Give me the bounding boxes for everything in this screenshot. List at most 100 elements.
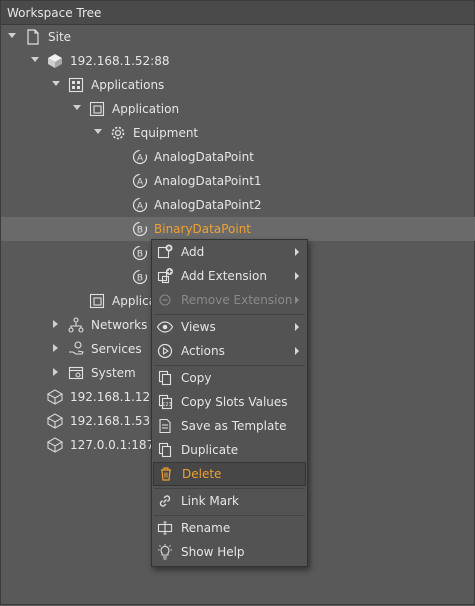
analog-point-icon: A <box>131 196 149 214</box>
play-circle-icon <box>156 342 174 360</box>
rename-icon <box>156 519 174 537</box>
svg-text:123: 123 <box>162 402 172 408</box>
device-cube-icon <box>46 388 64 406</box>
tree-item-label: Networks <box>91 318 148 332</box>
equipment-gear-icon <box>109 124 127 142</box>
tree-item-analog-point[interactable]: A AnalogDataPoint <box>1 145 475 169</box>
binary-point-icon: B <box>131 220 149 238</box>
expand-arrow-icon[interactable] <box>31 57 39 62</box>
panel-title-bar: Workspace Tree <box>1 1 474 25</box>
eye-icon <box>156 318 174 336</box>
tree-item-label: 192.168.1.123: <box>70 390 162 404</box>
tree-item-label: Applications <box>91 78 165 92</box>
menu-item-save-as-template[interactable]: Save as Template <box>152 414 307 438</box>
svg-text:B: B <box>137 274 143 284</box>
expand-arrow-icon[interactable] <box>53 368 58 376</box>
binary-point-icon: B <box>131 244 149 262</box>
submenu-arrow-icon <box>295 296 299 304</box>
server-cube-icon <box>46 52 64 70</box>
tree-item-site[interactable]: Site <box>1 25 475 49</box>
tree-item-binary-point[interactable]: B BinaryDataPoint <box>1 217 475 241</box>
tree-item-label: System <box>91 366 136 380</box>
applications-grid-icon <box>67 76 85 94</box>
tree-item-analog-point[interactable]: A AnalogDataPoint1 <box>1 169 475 193</box>
menu-item-label: Rename <box>181 521 231 535</box>
menu-item-label: Remove Extension <box>181 293 293 307</box>
menu-item-copy-slots-values[interactable]: 123 Copy Slots Values <box>152 390 307 414</box>
expand-arrow-icon[interactable] <box>52 81 60 86</box>
expand-arrow-icon[interactable] <box>8 33 16 38</box>
tree-item-label: AnalogDataPoint1 <box>154 174 262 188</box>
tree-item-label: AnalogDataPoint2 <box>154 198 262 212</box>
tree-item-analog-point[interactable]: A AnalogDataPoint2 <box>1 193 475 217</box>
duplicate-icon <box>156 441 174 459</box>
lightbulb-icon <box>156 543 174 561</box>
svg-text:B: B <box>137 250 143 260</box>
analog-point-icon: A <box>131 172 149 190</box>
site-page-icon <box>24 28 42 46</box>
menu-item-add-extension[interactable]: Add Extension <box>152 264 307 288</box>
menu-item-copy[interactable]: Copy <box>152 366 307 390</box>
menu-item-label: Copy <box>181 371 212 385</box>
menu-item-label: Actions <box>181 344 225 358</box>
application-window-icon <box>88 292 106 310</box>
menu-item-label: Copy Slots Values <box>181 395 288 409</box>
link-icon <box>156 492 174 510</box>
menu-item-label: Duplicate <box>181 443 239 457</box>
add-plus-icon <box>156 243 174 261</box>
menu-item-label: Add Extension <box>181 269 267 283</box>
menu-item-views[interactable]: Views <box>152 315 307 339</box>
tree-item-label: Site <box>48 30 72 44</box>
services-hand-icon <box>67 340 85 358</box>
application-window-icon <box>88 100 106 118</box>
tree-item-label: BinaryDataPoint <box>154 222 252 236</box>
add-extension-icon <box>156 267 174 285</box>
tree-item-label: 192.168.1.52:88 <box>70 54 170 68</box>
menu-item-label: Views <box>181 320 216 334</box>
binary-point-icon: B <box>131 268 149 286</box>
copy-slots-icon: 123 <box>156 393 174 411</box>
device-cube-icon <box>46 436 64 454</box>
menu-item-label: Save as Template <box>181 419 287 433</box>
menu-item-remove-extension: Remove Extension <box>152 288 307 312</box>
system-icon <box>67 364 85 382</box>
expand-arrow-icon[interactable] <box>53 344 58 352</box>
menu-item-actions[interactable]: Actions <box>152 339 307 363</box>
svg-text:A: A <box>137 154 144 164</box>
tree-item-label: 192.168.1.53:1 <box>70 414 162 428</box>
expand-arrow-icon[interactable] <box>73 105 81 110</box>
menu-item-rename[interactable]: Rename <box>152 516 307 540</box>
svg-text:B: B <box>137 226 143 236</box>
tree-item-label: AnalogDataPoint <box>154 150 254 164</box>
menu-item-link-mark[interactable]: Link Mark <box>152 489 307 513</box>
menu-item-duplicate[interactable]: Duplicate <box>152 438 307 462</box>
expand-arrow-icon[interactable] <box>94 129 102 134</box>
tree-item-label: Application <box>112 102 180 116</box>
remove-circle-icon <box>156 291 174 309</box>
menu-item-label: Add <box>181 245 205 259</box>
tree-item-host[interactable]: 192.168.1.52:88 <box>1 49 475 73</box>
template-icon <box>156 417 174 435</box>
tree-item-label: Equipment <box>133 126 199 140</box>
device-cube-icon <box>46 412 64 430</box>
svg-text:A: A <box>137 178 144 188</box>
tree-item-label: Applica <box>112 294 157 308</box>
svg-text:A: A <box>137 202 144 212</box>
context-menu: Add Add Extension Remove Extension Views <box>151 239 308 567</box>
menu-item-show-help[interactable]: Show Help <box>152 540 307 564</box>
tree-item-label: Services <box>91 342 142 356</box>
panel-title: Workspace Tree <box>7 6 102 20</box>
menu-item-delete[interactable]: Delete <box>153 462 306 486</box>
submenu-arrow-icon <box>295 272 299 280</box>
menu-item-add[interactable]: Add <box>152 240 307 264</box>
submenu-arrow-icon <box>295 248 299 256</box>
analog-point-icon: A <box>131 148 149 166</box>
tree-item-applications[interactable]: Applications <box>1 73 475 97</box>
menu-item-label: Delete <box>182 467 222 481</box>
tree-item-application[interactable]: Application <box>1 97 475 121</box>
tree-item-equipment[interactable]: Equipment <box>1 121 475 145</box>
menu-item-label: Show Help <box>181 545 245 559</box>
expand-arrow-icon[interactable] <box>53 320 58 328</box>
networks-icon <box>67 316 85 334</box>
workspace-tree-panel: Workspace Tree Site 192.168.1.52:88 Appl… <box>0 0 475 605</box>
